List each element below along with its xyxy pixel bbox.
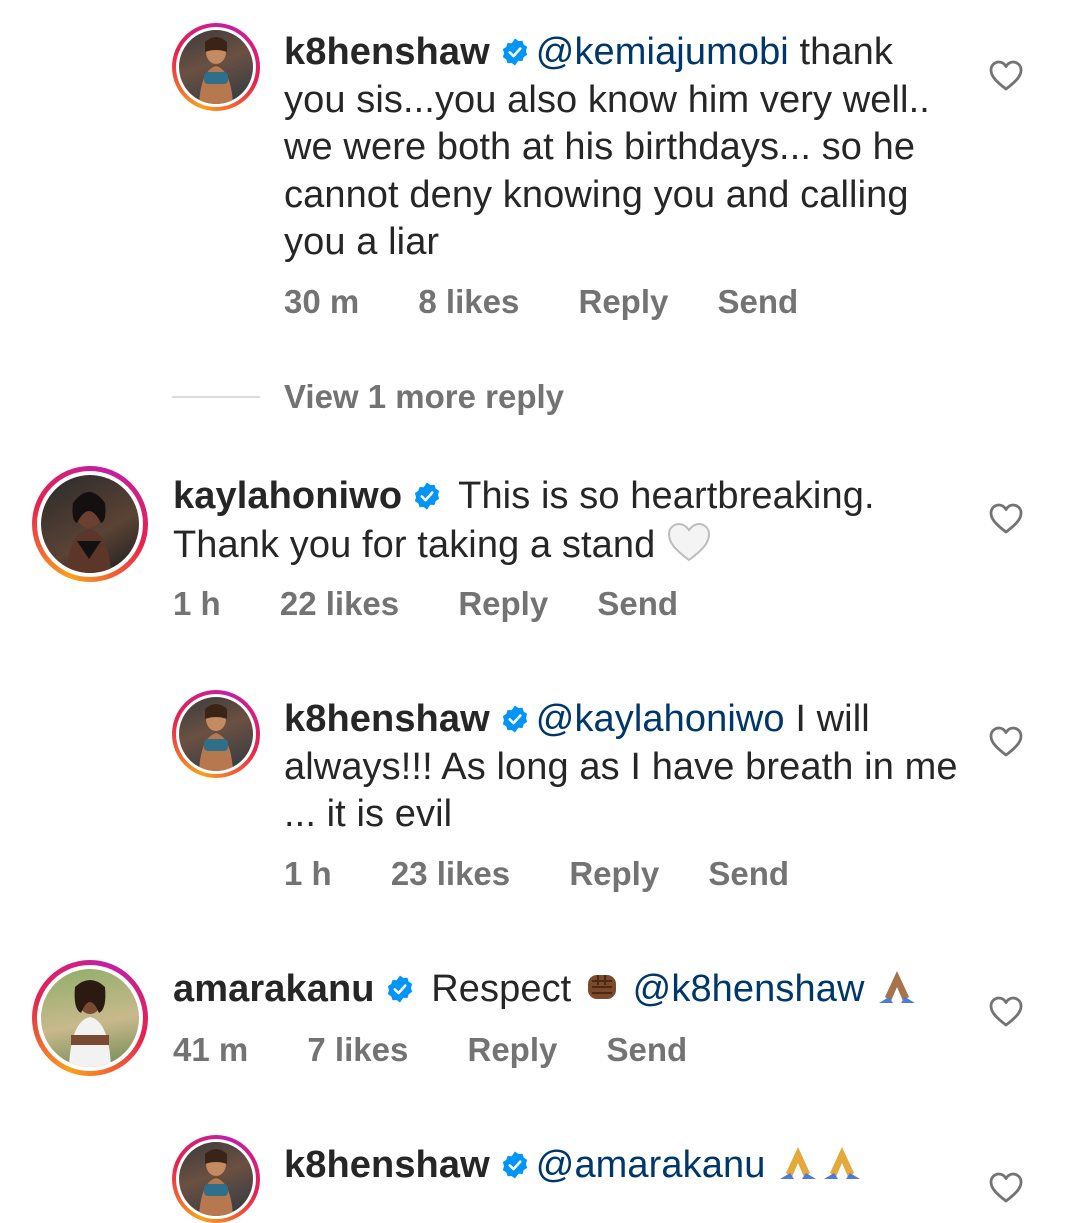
avatar[interactable]	[172, 690, 260, 778]
likes-count[interactable]: 7 likes	[307, 1031, 408, 1069]
like-heart-icon[interactable]	[989, 1172, 1023, 1204]
mention-link[interactable]: @k8henshaw	[633, 968, 865, 1010]
comment-text: amarakanu Respect @k8henshaw	[173, 966, 973, 1014]
comment-text: k8henshaw @amarakanu	[284, 1142, 964, 1190]
like-heart-icon[interactable]	[989, 996, 1023, 1028]
likes-count[interactable]: 8 likes	[418, 283, 519, 321]
divider	[172, 396, 260, 398]
like-heart-icon[interactable]	[989, 60, 1023, 92]
reply-button[interactable]: Reply	[569, 855, 659, 893]
reply-button[interactable]: Reply	[458, 585, 548, 623]
username[interactable]: amarakanu	[173, 968, 375, 1010]
timestamp: 41 m	[173, 1031, 249, 1068]
mention-link[interactable]: @amarakanu	[536, 1144, 766, 1186]
timestamp: 1 h	[284, 855, 332, 892]
comment-text: k8henshaw @kaylahoniwo I will always!!! A…	[284, 696, 964, 839]
username[interactable]: k8henshaw	[284, 1144, 490, 1186]
view-more-label[interactable]: View 1 more reply	[284, 378, 564, 416]
comment-meta: 41 m 7 likes Reply Send	[173, 1031, 687, 1069]
comment-text: k8henshaw @kemiajumobi thank you sis...yo…	[284, 29, 964, 267]
white-heart-icon	[667, 522, 710, 561]
likes-count[interactable]: 22 likes	[280, 585, 399, 623]
like-heart-icon[interactable]	[989, 503, 1023, 535]
avatar[interactable]	[172, 1135, 260, 1223]
mention-link[interactable]: @kaylahoniwo	[536, 698, 785, 740]
avatar[interactable]	[172, 23, 260, 111]
verified-badge-icon	[502, 38, 527, 66]
username[interactable]: k8henshaw	[284, 31, 490, 73]
reply-button[interactable]: Reply	[467, 1031, 557, 1069]
avatar[interactable]	[32, 466, 148, 582]
reply-button[interactable]: Reply	[578, 283, 668, 321]
username[interactable]: k8henshaw	[284, 698, 490, 740]
verified-badge-icon	[502, 1151, 527, 1179]
like-heart-icon[interactable]	[989, 726, 1023, 758]
likes-count[interactable]: 23 likes	[391, 855, 510, 893]
folded-hands-icon	[780, 1147, 817, 1179]
username[interactable]: kaylahoniwo	[173, 475, 402, 517]
send-button[interactable]: Send	[597, 585, 678, 623]
comment-text: kaylahoniwo This is so heartbreaking. Th…	[173, 473, 953, 569]
folded-hands-icon	[824, 1147, 861, 1179]
comment-meta: 1 h 22 likes Reply Send	[173, 585, 678, 623]
comment-meta: 1 h 23 likes Reply Send	[284, 855, 789, 893]
timestamp: 1 h	[173, 585, 221, 622]
timestamp: 30 m	[284, 283, 360, 320]
send-button[interactable]: Send	[607, 1031, 688, 1069]
raised-fist-icon	[588, 975, 616, 999]
verified-badge-icon	[415, 482, 440, 510]
view-more-replies[interactable]: View 1 more reply	[172, 374, 564, 420]
avatar[interactable]	[32, 960, 148, 1076]
verified-badge-icon	[387, 975, 412, 1003]
comment-body: Respect	[420, 968, 582, 1010]
mention-link[interactable]: @kemiajumobi	[536, 31, 789, 73]
send-button[interactable]: Send	[718, 283, 799, 321]
send-button[interactable]: Send	[708, 855, 789, 893]
comment-meta: 30 m 8 likes Reply Send	[284, 283, 798, 321]
verified-badge-icon	[502, 705, 527, 733]
folded-hands-icon	[879, 971, 916, 1003]
